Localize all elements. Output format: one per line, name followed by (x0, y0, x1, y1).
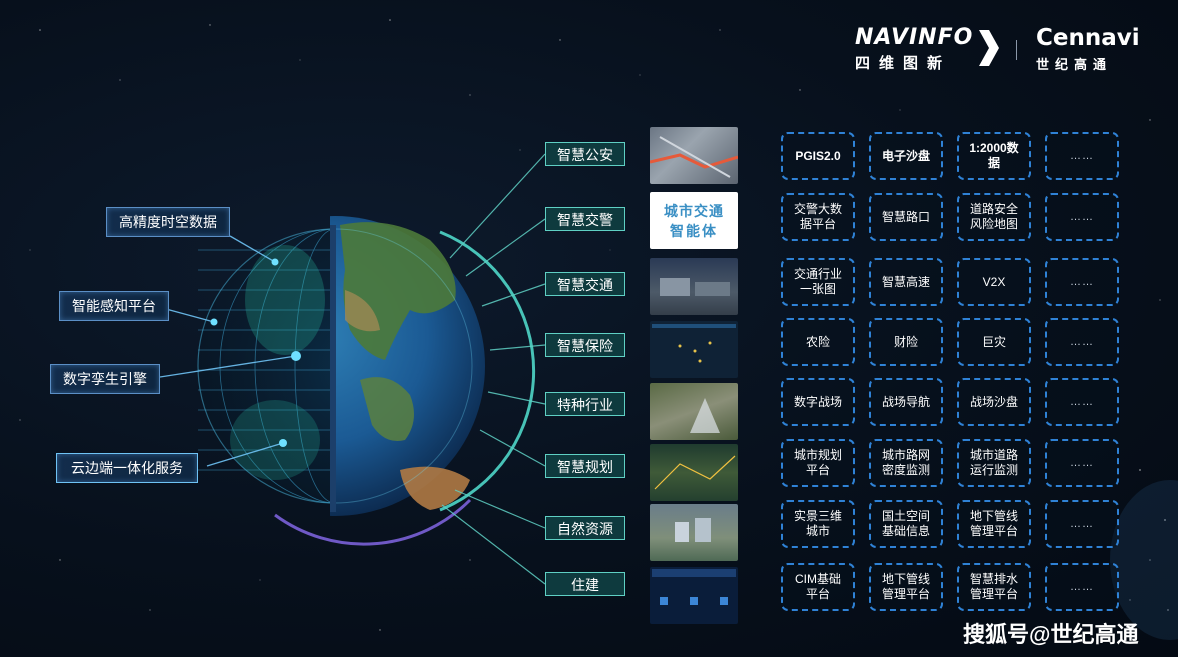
industry-natural-resources: 自然资源 (545, 516, 625, 540)
industry-housing-construction: 住建 (545, 572, 625, 596)
app-box-r7-c1: 实景三维 城市 (781, 500, 855, 548)
app-box-r8-c2: 地下管线 管理平台 (869, 563, 943, 611)
thumb-text-line2: 智能体 (670, 223, 718, 239)
app-box-r8-c4: …… (1045, 563, 1119, 611)
feature-hd-spatiotemporal-data: 高精度时空数据 (106, 207, 230, 237)
thumb-text-line1: 城市交通 (664, 203, 724, 219)
feature-digital-twin-engine: 数字孪生引擎 (50, 364, 160, 394)
app-box-r5-c1: 数字战场 (781, 378, 855, 426)
industry-smart-planning: 智慧规划 (545, 454, 625, 478)
app-box-r6-c2: 城市路网 密度监测 (869, 439, 943, 487)
app-box-r7-c3: 地下管线 管理平台 (957, 500, 1031, 548)
app-box-r1-c4: …… (1045, 132, 1119, 180)
app-box-r4-c1: 农险 (781, 318, 855, 366)
thumb-transport-3d (650, 258, 738, 315)
app-box-r8-c1: CIM基础 平台 (781, 563, 855, 611)
thumb-housing-platform (650, 567, 738, 624)
app-box-r7-c2: 国土空间 基础信息 (869, 500, 943, 548)
feature-cloud-edge-service: 云边端一体化服务 (56, 453, 198, 483)
app-box-r3-c4: …… (1045, 258, 1119, 306)
thumb-police-map (650, 127, 738, 184)
industry-smart-traffic-police: 智慧交警 (545, 207, 625, 231)
industry-smart-police: 智慧公安 (545, 142, 625, 166)
app-box-r5-c4: …… (1045, 378, 1119, 426)
app-box-r8-c3: 智慧排水 管理平台 (957, 563, 1031, 611)
app-box-r4-c3: 巨灾 (957, 318, 1031, 366)
thumb-battlefield-terrain (650, 383, 738, 440)
app-box-r1-c1: PGIS2.0 (781, 132, 855, 180)
thumb-planning-map (650, 444, 738, 501)
thumb-insurance-dashboard (650, 321, 738, 378)
industry-smart-transport: 智慧交通 (545, 272, 625, 296)
app-box-r2-c4: …… (1045, 193, 1119, 241)
thumb-natural-resources-3d (650, 504, 738, 561)
app-box-r7-c4: …… (1045, 500, 1119, 548)
app-box-r5-c2: 战场导航 (869, 378, 943, 426)
app-box-r5-c3: 战场沙盘 (957, 378, 1031, 426)
app-box-r3-c1: 交通行业 一张图 (781, 258, 855, 306)
watermark-text: 搜狐号@世纪高通 (963, 622, 1139, 647)
industry-smart-insurance: 智慧保险 (545, 333, 625, 357)
app-box-r1-c3: 1:2000数 据 (957, 132, 1031, 180)
app-box-r4-c4: …… (1045, 318, 1119, 366)
app-box-r1-c2: 电子沙盘 (869, 132, 943, 180)
app-box-r3-c2: 智慧高速 (869, 258, 943, 306)
app-box-r6-c1: 城市规划 平台 (781, 439, 855, 487)
app-box-r2-c1: 交警大数 据平台 (781, 193, 855, 241)
app-box-r2-c3: 道路安全 风险地图 (957, 193, 1031, 241)
app-box-r3-c3: V2X (957, 258, 1031, 306)
app-box-r6-c3: 城市道路 运行监测 (957, 439, 1031, 487)
feature-smart-sensing-platform: 智能感知平台 (59, 291, 169, 321)
app-box-r4-c2: 财险 (869, 318, 943, 366)
app-box-r6-c4: …… (1045, 439, 1119, 487)
industry-special-industries: 特种行业 (545, 392, 625, 416)
thumb-city-traffic-agent: 城市交通 智能体 (650, 192, 738, 249)
app-box-r2-c2: 智慧路口 (869, 193, 943, 241)
